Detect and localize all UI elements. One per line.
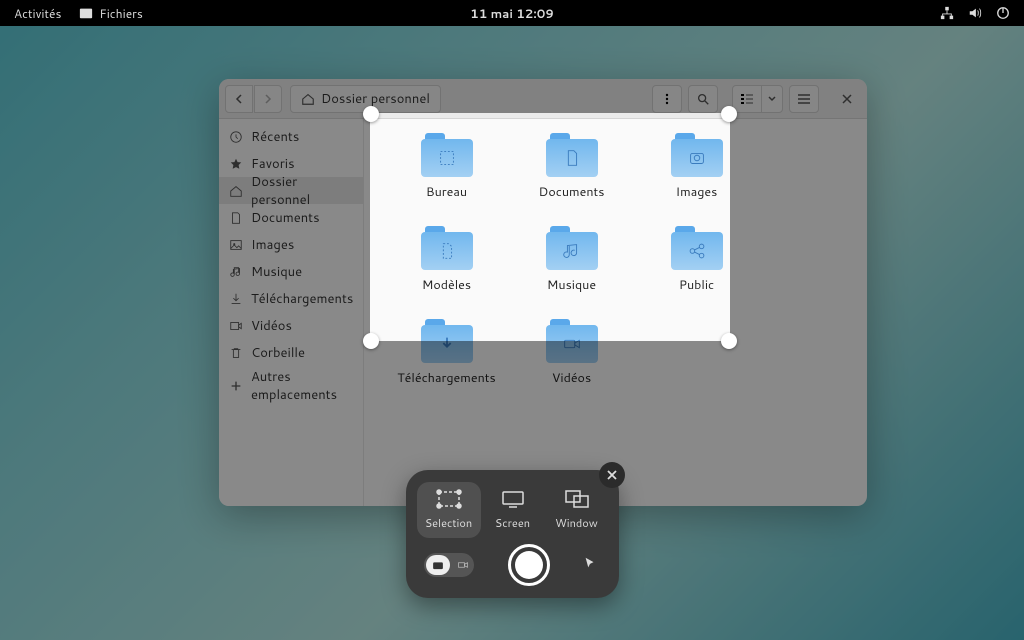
- power-icon[interactable]: [996, 6, 1010, 20]
- close-icon: [841, 93, 853, 105]
- selection-handle-br[interactable]: [721, 333, 737, 349]
- network-icon[interactable]: [940, 6, 954, 20]
- sidebar-item-label: Musique: [251, 263, 302, 281]
- sidebar-item-other[interactable]: Autres emplacements: [219, 372, 363, 399]
- hamburger-menu-button[interactable]: [652, 85, 682, 113]
- sidebar-item-label: Corbeille: [251, 344, 305, 362]
- folder-modeles[interactable]: Modèles: [384, 226, 509, 319]
- clock[interactable]: 11 mai 12:09: [470, 5, 554, 22]
- sidebar-item-label: Favoris: [251, 155, 295, 173]
- selection-handle-bl[interactable]: [363, 333, 379, 349]
- sidebar-item-label: Autres emplacements: [251, 368, 353, 404]
- folder-label: Modèles: [422, 276, 471, 294]
- mode-screen-button[interactable]: Screen: [481, 482, 545, 538]
- app-menu-label: Fichiers: [99, 5, 142, 22]
- cursor-icon: [583, 556, 597, 570]
- video-toggle[interactable]: [452, 553, 474, 577]
- videocam-icon: [457, 559, 469, 571]
- folder-grid: Bureau Documents Images Modèles Musique …: [364, 119, 867, 506]
- nav-back-button[interactable]: [225, 85, 253, 113]
- mode-selection-button[interactable]: Selection: [417, 482, 481, 538]
- folder-label: Documents: [539, 183, 605, 201]
- sidebar-item-label: Images: [251, 236, 294, 254]
- show-pointer-toggle[interactable]: [583, 556, 601, 574]
- sidebar-item-recents[interactable]: Récents: [219, 123, 363, 150]
- search-icon: [696, 92, 710, 106]
- capture-type-toggle[interactable]: [424, 553, 474, 577]
- view-options-button[interactable]: [761, 85, 783, 113]
- places-sidebar: Récents Favoris Dossier personnel Docume…: [219, 119, 364, 506]
- sidebar-item-music[interactable]: Musique: [219, 258, 363, 285]
- screenshot-panel: Selection Screen Window: [406, 470, 619, 598]
- volume-icon[interactable]: [968, 6, 982, 20]
- folder-label: Musique: [547, 276, 596, 294]
- mode-label: Selection: [425, 515, 472, 531]
- mode-label: Window: [555, 515, 598, 531]
- folder-musique[interactable]: Musique: [509, 226, 634, 319]
- selection-handle-tl[interactable]: [363, 106, 379, 122]
- folder-videos[interactable]: Vidéos: [509, 319, 634, 412]
- home-icon: [301, 92, 315, 106]
- app-menu[interactable]: Fichiers: [79, 5, 142, 22]
- sidebar-item-downloads[interactable]: Téléchargements: [219, 285, 363, 312]
- headerbar: Dossier personnel: [219, 79, 867, 119]
- sidebar-item-label: Récents: [251, 128, 299, 146]
- folder-telechargements[interactable]: Téléchargements: [384, 319, 509, 412]
- close-icon: [606, 469, 618, 481]
- mode-window-button[interactable]: Window: [545, 482, 609, 538]
- selection-icon: [436, 489, 462, 509]
- sidebar-item-images[interactable]: Images: [219, 231, 363, 258]
- folder-bureau[interactable]: Bureau: [384, 133, 509, 226]
- folder-public[interactable]: Public: [634, 226, 759, 319]
- files-window: Dossier personnel Récents Favoris Dossie…: [219, 79, 867, 506]
- top-bar: Activités Fichiers 11 mai 12:09: [0, 0, 1024, 26]
- folder-images[interactable]: Images: [634, 133, 759, 226]
- screen-icon: [500, 489, 526, 509]
- window-icon: [564, 489, 590, 509]
- sidebar-item-label: Dossier personnel: [251, 173, 353, 209]
- folder-label: Bureau: [426, 183, 467, 201]
- folder-label: Public: [679, 276, 714, 294]
- sidebar-item-label: Vidéos: [251, 317, 292, 335]
- folder-label: Vidéos: [552, 369, 591, 387]
- view-grid-button[interactable]: [732, 85, 762, 113]
- window-close-button[interactable]: [833, 85, 861, 113]
- sidebar-item-trash[interactable]: Corbeille: [219, 339, 363, 366]
- sidebar-item-home[interactable]: Dossier personnel: [219, 177, 363, 204]
- nav-forward-button[interactable]: [254, 85, 282, 113]
- view-list-button[interactable]: [789, 85, 819, 113]
- sidebar-item-label: Téléchargements: [251, 290, 353, 308]
- search-button[interactable]: [688, 85, 718, 113]
- sidebar-item-label: Documents: [251, 209, 320, 227]
- path-label: Dossier personnel: [321, 90, 430, 108]
- sidebar-item-videos[interactable]: Vidéos: [219, 312, 363, 339]
- camera-icon: [432, 559, 444, 571]
- folder-label: Images: [676, 183, 718, 201]
- activities-button[interactable]: Activités: [14, 5, 61, 22]
- mode-label: Screen: [495, 515, 530, 531]
- folder-documents[interactable]: Documents: [509, 133, 634, 226]
- chevron-down-icon: [767, 94, 777, 104]
- selection-handle-tr[interactable]: [721, 106, 737, 122]
- capture-button[interactable]: [508, 544, 550, 586]
- folder-label: Téléchargements: [397, 369, 495, 387]
- photo-toggle[interactable]: [426, 555, 450, 575]
- files-app-icon: [79, 6, 93, 20]
- screenshot-close-button[interactable]: [599, 462, 625, 488]
